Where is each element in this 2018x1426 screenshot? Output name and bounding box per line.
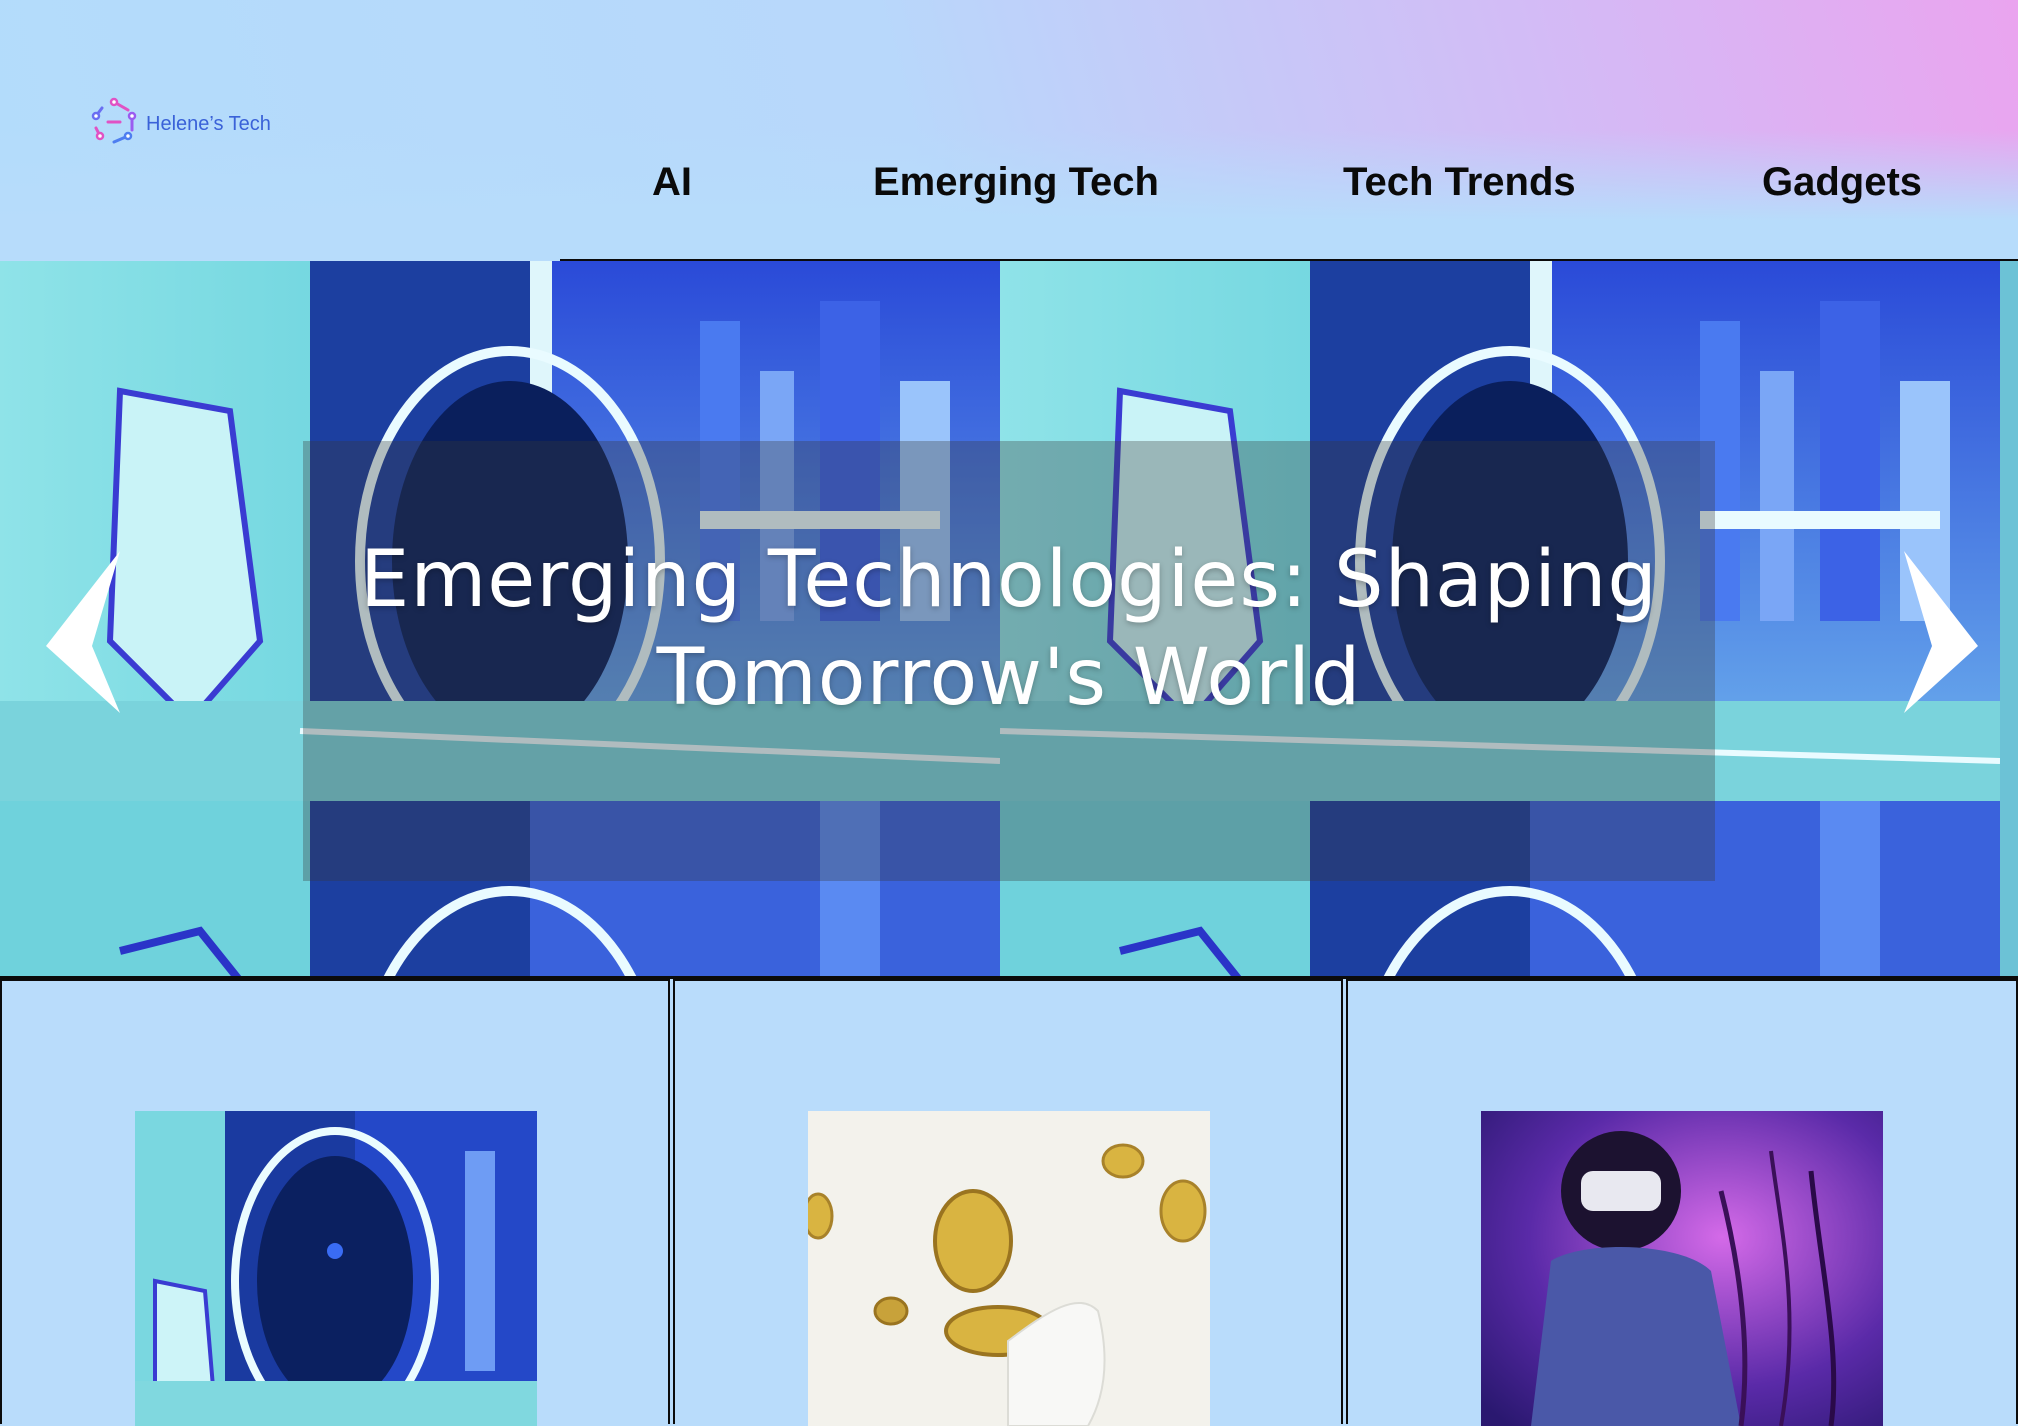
hexagonal-circuit-logo-icon (88, 96, 140, 153)
article-cards (0, 979, 2018, 1426)
brand-name: Helene’s Tech (146, 113, 271, 135)
hero-title-line-1: Emerging Technologies: Shaping (360, 535, 1658, 625)
nav-item-tech-trends[interactable]: Tech Trends (1343, 160, 1576, 205)
hero-title: Emerging Technologies: Shaping Tomorrow'… (303, 531, 1715, 727)
hero-slider: Emerging Technologies: Shaping Tomorrow'… (0, 261, 2018, 979)
nav-item-ai[interactable]: AI (652, 160, 692, 205)
main-nav: AI Emerging Tech Tech Trends Gadgets (0, 160, 2018, 220)
article-card[interactable] (0, 979, 670, 1426)
chevron-right-icon (1876, 551, 1986, 725)
article-card[interactable] (1346, 979, 2018, 1426)
slider-prev-button[interactable] (38, 541, 148, 721)
site-header: Helene’s Tech AI Emerging Tech Tech Tren… (0, 0, 2018, 260)
nav-item-gadgets[interactable]: Gadgets (1762, 160, 1922, 205)
nav-item-emerging-tech[interactable]: Emerging Tech (873, 160, 1159, 205)
floating-gold-coins-image[interactable] (808, 1111, 1210, 1426)
slider-next-button[interactable] (1876, 541, 1986, 721)
hero-title-line-2: Tomorrow's World (656, 633, 1362, 723)
chevron-left-icon (38, 551, 148, 725)
brand-logo[interactable]: Helene’s Tech (88, 96, 271, 153)
article-card[interactable] (673, 979, 1343, 1426)
vr-headset-woman-image[interactable] (1481, 1111, 1883, 1426)
futuristic-pod-chair-image[interactable] (135, 1111, 537, 1426)
